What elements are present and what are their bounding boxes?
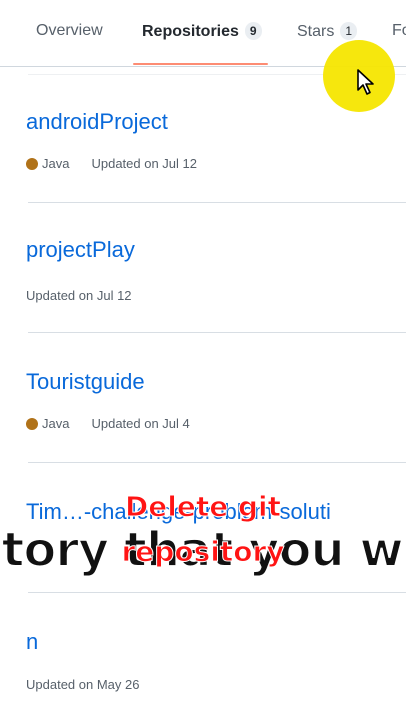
- repo-name-link[interactable]: projectPlay: [26, 237, 135, 263]
- language-color-dot: [26, 418, 38, 430]
- tab-stars-label: Stars: [297, 23, 335, 40]
- tab-repositories[interactable]: Repositories 9: [142, 22, 262, 41]
- repo-item: n Updated on May 26: [0, 593, 406, 723]
- repo-language: Java: [42, 156, 70, 171]
- tab-overview-label: Overview: [36, 22, 103, 39]
- repo-language: Java: [42, 416, 70, 431]
- repo-updated: Updated on Jul 12: [26, 288, 132, 303]
- tab-repositories-label: Repositories: [142, 23, 239, 40]
- tab-overview[interactable]: Overview: [36, 22, 103, 40]
- repo-meta: Java Updated on Jul 12: [26, 156, 197, 171]
- repo-item: Touristguide Java Updated on Jul 4: [0, 333, 406, 463]
- mouse-pointer-icon: [357, 69, 374, 95]
- tab-stars[interactable]: Stars 1: [297, 22, 358, 41]
- repo-name-link[interactable]: Touristguide: [26, 369, 145, 395]
- repo-updated: Updated on May 26: [26, 677, 140, 692]
- repo-item: projectPlay Updated on Jul 12: [0, 203, 406, 333]
- repo-updated: Updated on Jul 4: [91, 416, 190, 431]
- active-tab-underline: [133, 63, 268, 65]
- repositories-count-badge: 9: [244, 22, 262, 40]
- repo-name-link[interactable]: androidProject: [26, 109, 168, 135]
- language-color-dot: [26, 158, 38, 170]
- overlay-title-line1: Delete git: [125, 490, 282, 524]
- tab-followers-partial[interactable]: Fo: [392, 22, 406, 40]
- repo-updated: Updated on Jul 12: [91, 156, 197, 171]
- repo-name-link[interactable]: n: [26, 629, 38, 655]
- repo-meta: Java Updated on Jul 4: [26, 416, 190, 431]
- overlay-title-line2: repository: [121, 535, 285, 569]
- stars-count-badge: 1: [340, 22, 358, 40]
- tab-followers-label: Fo: [392, 22, 406, 39]
